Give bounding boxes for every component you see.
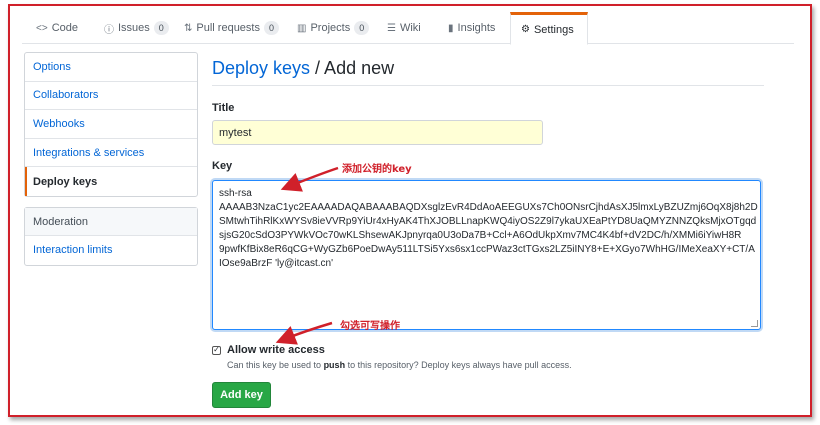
arrow-to-checkbox bbox=[275, 321, 333, 345]
screenshot-frame: <> Code ⓘ Issues 0 ⇅ Pull requests 0 ▥ P… bbox=[8, 4, 812, 417]
arrow-to-key bbox=[280, 166, 339, 192]
annotation-arrows bbox=[275, 166, 339, 345]
